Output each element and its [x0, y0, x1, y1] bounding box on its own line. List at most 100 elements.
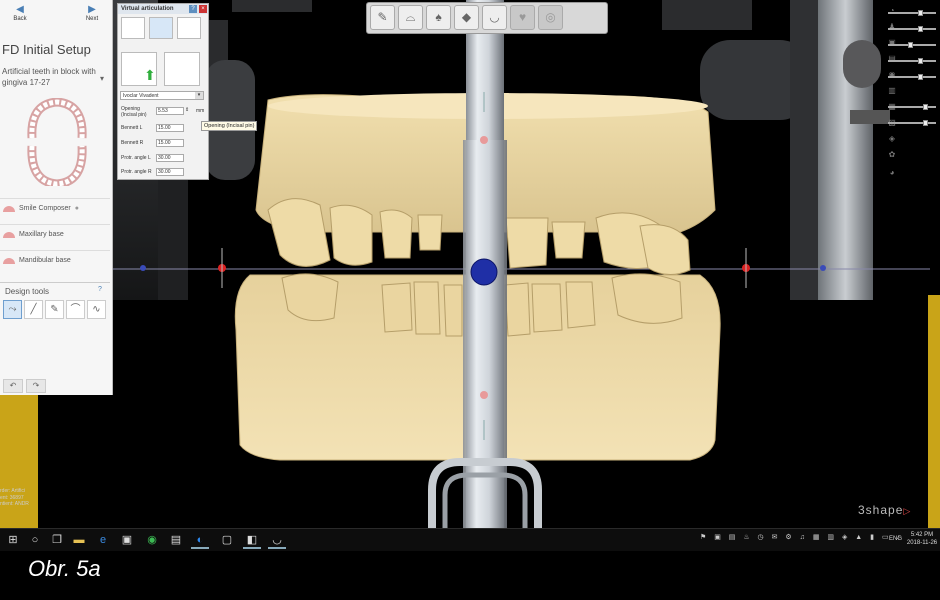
model-icon[interactable]: ◈	[887, 134, 897, 144]
settings-icon[interactable]: ✿	[887, 150, 897, 160]
app-icon-4[interactable]: ◧	[243, 531, 261, 549]
order-info: rder: Artifici ent: 36897 ntient: ANDR	[0, 488, 29, 507]
store-icon[interactable]: ▣	[118, 531, 136, 549]
left-axis-dot[interactable]	[140, 265, 146, 271]
smooth-tool-icon[interactable]: ∿	[87, 300, 106, 319]
articulator-preview-icon[interactable]	[164, 52, 200, 86]
layer-icon[interactable]: ▤	[887, 54, 897, 64]
app-icon-3[interactable]: ▢	[218, 531, 236, 549]
clock-time: 5:42 PM	[910, 532, 934, 538]
app-icon-2[interactable]: ◐	[191, 531, 209, 549]
pen-tool-icon[interactable]: ✎	[370, 5, 395, 30]
incisal-pin-sleeve	[463, 140, 507, 528]
dental-arch-diagram[interactable]	[22, 98, 92, 186]
gingiva-icon[interactable]: ♠	[426, 5, 451, 30]
setup-subtitle: Artificial teeth in block with gingiva 1…	[2, 67, 96, 87]
tooth-icon[interactable]: ♟	[887, 22, 897, 32]
pin-marker-top[interactable]	[480, 136, 488, 144]
articulator-settings-icon[interactable]	[149, 17, 173, 39]
opening-label: Opening (Incisal pin)	[121, 106, 147, 118]
articulator-view-icon[interactable]	[121, 17, 145, 39]
slider-knob[interactable]	[908, 42, 913, 48]
dental-system-icon[interactable]: ◡	[268, 531, 286, 549]
wax-tool-icon[interactable]: ✎	[45, 300, 64, 319]
pointer-tool-icon[interactable]: ⤳	[3, 300, 22, 319]
clock[interactable]: 5:42 PM 2018-11-26	[905, 531, 939, 547]
menu-smile-composer[interactable]: Smile Composer ●	[0, 198, 110, 218]
spinner-icon[interactable]: ⇕	[185, 107, 189, 113]
sculpt-tool-icon[interactable]: ⌒	[66, 300, 85, 319]
articulator-select[interactable]: Ivoclar Vivadent ▾	[120, 91, 204, 100]
protr-angle-r-input[interactable]: 30.00	[156, 168, 184, 176]
opacity-slider-2[interactable]	[888, 26, 936, 32]
slider-knob[interactable]	[923, 104, 928, 110]
task-view-icon[interactable]: ❐	[48, 531, 66, 549]
teeth-view-icon[interactable]: ⌓	[398, 5, 423, 30]
heart-icon[interactable]: ♥	[510, 5, 535, 30]
chevron-down-icon[interactable]: ▾	[100, 74, 104, 83]
search-icon[interactable]: ○	[26, 531, 44, 549]
pin-marker-bottom[interactable]	[480, 391, 488, 399]
left-post	[158, 180, 188, 300]
top-left-bar	[232, 0, 312, 12]
eye-icon[interactable]: ◉	[887, 70, 897, 80]
bennett-r-label: Bennett R	[121, 140, 144, 146]
slider-knob[interactable]	[918, 10, 923, 16]
edge-icon[interactable]: e	[94, 531, 112, 549]
app-icon-1[interactable]: ▤	[167, 531, 185, 549]
knife-tool-icon[interactable]: ╱	[24, 300, 43, 319]
back-button[interactable]: ◀ Back	[0, 4, 40, 34]
bennett-r-input[interactable]: 15.00	[156, 139, 184, 147]
help-icon[interactable]: ?	[189, 5, 197, 13]
opacity-slider-5[interactable]	[888, 74, 936, 80]
upper-jaw-icon[interactable]: ◔	[887, 6, 897, 16]
lower-jaw-icon[interactable]: ◕	[887, 168, 897, 178]
slider-knob[interactable]	[918, 26, 923, 32]
opacity-slider-6[interactable]	[888, 104, 936, 110]
opacity-slider-3[interactable]	[888, 42, 936, 48]
right-pillar	[928, 295, 940, 528]
occlusion-icon[interactable]: ◡	[482, 5, 507, 30]
protr-angle-r-label: Protr. angle R	[121, 169, 152, 175]
help-icon[interactable]: ?	[98, 286, 102, 293]
slider-knob[interactable]	[918, 58, 923, 64]
file-explorer-icon[interactable]: ▬	[70, 531, 88, 549]
menu-mandibular-base[interactable]: Mandibular base	[0, 250, 110, 270]
opacity-slider-7[interactable]	[888, 120, 936, 126]
menu-maxillary-base[interactable]: Maxillary base	[0, 224, 110, 244]
setup-panel: ◀ Back ▶ Next FD Initial Setup Artificia…	[0, 0, 113, 395]
next-arrow-icon: ▶	[88, 4, 96, 15]
virtual-articulation-panel: Virtual articulation ? × ⬆ Ivoclar Vivad…	[117, 3, 209, 180]
redo-button[interactable]: ↷	[26, 379, 46, 393]
system-tray[interactable]: ⚑ ▣ ▤ ♨ ◷ ✉ ⚙ ♫ ▦ ▥ ◈ ▲ ▮ ▭ ♪	[700, 533, 903, 541]
protr-angle-l-input[interactable]: 30.00	[156, 154, 184, 162]
articulator-frame-icon[interactable]	[177, 17, 201, 39]
slider-knob[interactable]	[918, 74, 923, 80]
next-button[interactable]: ▶ Next	[72, 4, 112, 34]
right-arm-dark	[790, 0, 820, 300]
slider-knob[interactable]	[923, 120, 928, 126]
lock-icon[interactable]: ▥	[887, 86, 897, 96]
language-indicator[interactable]: ENG	[889, 536, 902, 542]
center-handle[interactable]	[470, 258, 498, 286]
color-map-icon[interactable]: ◆	[454, 5, 479, 30]
opacity-slider-4[interactable]	[888, 58, 936, 64]
windows-start-icon[interactable]: ⊞	[4, 531, 22, 549]
scan-icon[interactable]: ▣	[887, 38, 897, 48]
opening-input[interactable]: 5.53	[156, 107, 184, 115]
3d-viewport[interactable]: ◀ Back ▶ Next FD Initial Setup Artificia…	[0, 0, 940, 528]
next-label: Next	[85, 16, 99, 22]
opacity-slider-1[interactable]	[888, 10, 936, 16]
chevron-down-icon[interactable]: ▾	[195, 92, 203, 99]
import-articulator-icon[interactable]: ⬆	[121, 52, 157, 86]
right-axis-dot[interactable]	[820, 265, 826, 271]
undo-button[interactable]: ↶	[3, 379, 23, 393]
opening-unit: mm	[196, 108, 205, 114]
close-icon[interactable]: ×	[199, 5, 207, 13]
design-tools-label: Design tools	[5, 287, 50, 296]
disabled-tool-icon[interactable]: ◎	[538, 5, 563, 30]
protr-angle-l-label: Protr. angle L	[121, 155, 151, 161]
chrome-icon[interactable]: ◉	[143, 531, 161, 549]
design-tools: Design tools ? ⤳ ╱ ✎ ⌒ ∿ ↶ ↷	[0, 282, 110, 393]
bennett-l-input[interactable]: 15.00	[156, 124, 184, 132]
